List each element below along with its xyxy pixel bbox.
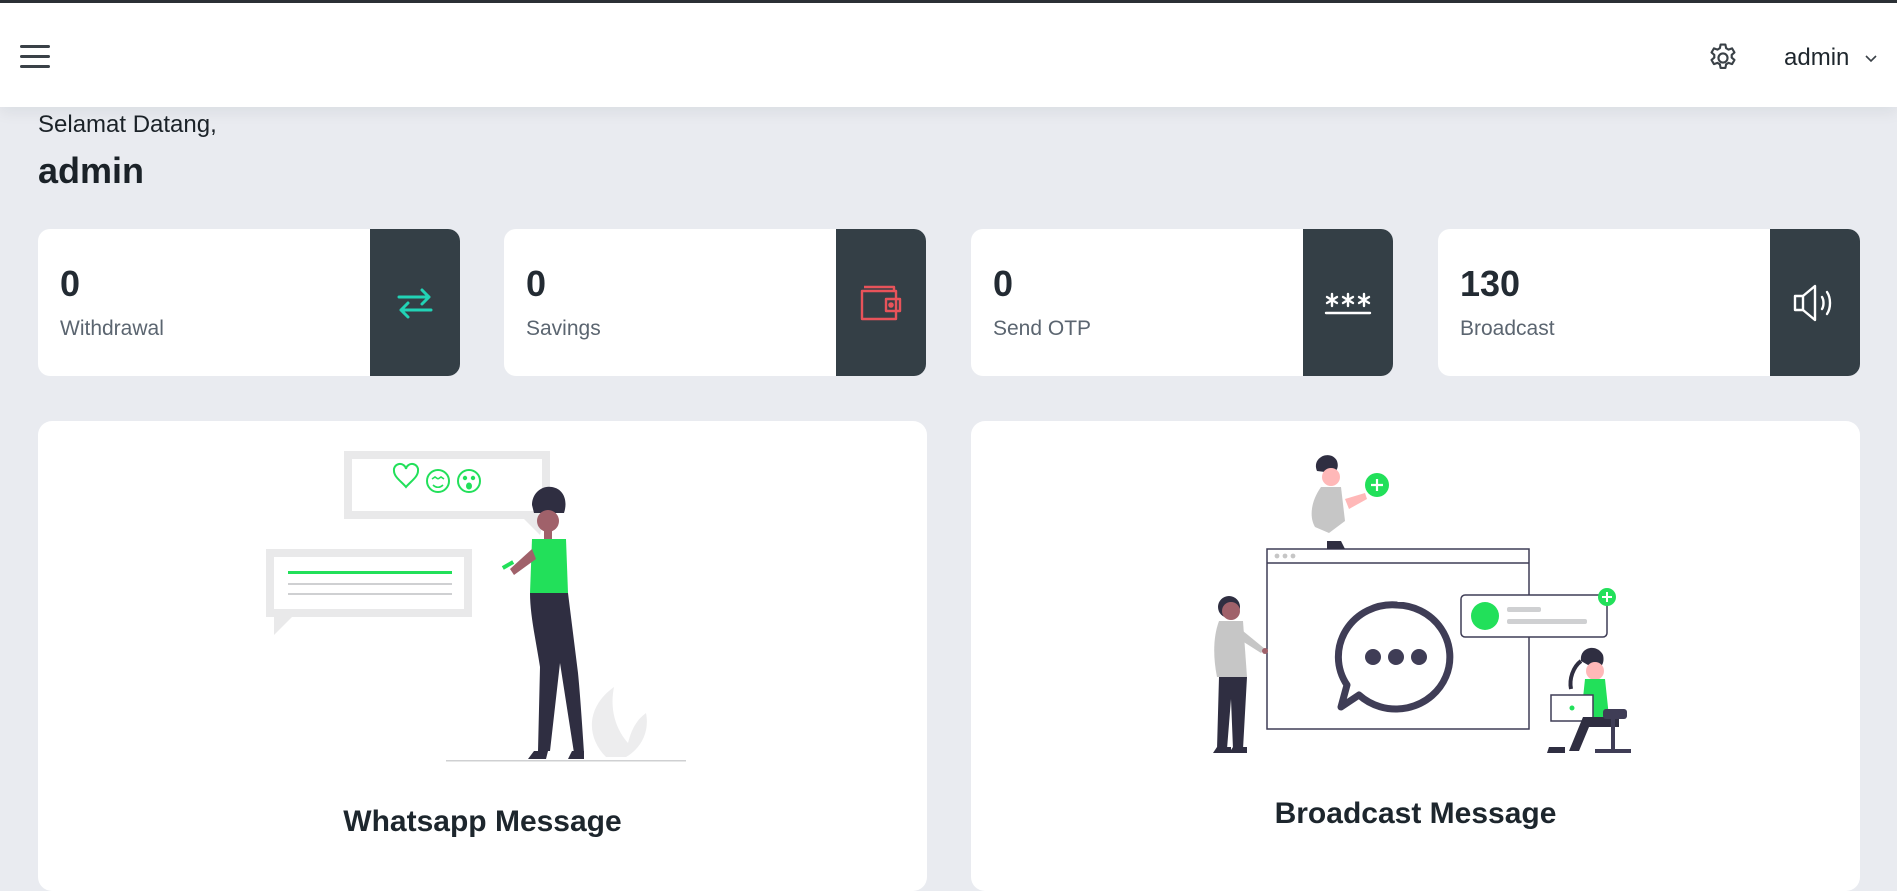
stat-label: Send OTP [993,317,1092,340]
whatsapp-message-card[interactable]: Whatsapp Message [38,421,927,891]
password-asterisk-icon [1324,292,1372,314]
card-title: Broadcast Message [1274,797,1557,830]
gear-icon[interactable] [1706,41,1740,75]
chevron-down-icon [1865,55,1877,63]
stat-value: 130 [1460,263,1521,304]
menu-toggle-icon[interactable] [18,41,52,71]
stat-icon-box [1770,229,1860,376]
user-name: admin [1784,44,1850,71]
transfer-arrows-icon [397,288,433,318]
speaker-icon [1793,284,1832,321]
whatsapp-illustration [266,451,686,762]
card-title: Whatsapp Message [343,805,622,838]
welcome-greeting: Selamat Datang, [38,111,217,138]
stat-icon-box [1303,229,1393,376]
stat-card-broadcast: 130 Broadcast [1438,229,1860,376]
stat-label: Broadcast [1460,317,1555,340]
wallet-icon [860,285,902,320]
stat-card-savings: 0 Savings [504,229,926,376]
stat-label: Savings [526,317,601,340]
stat-value: 0 [993,263,1014,304]
broadcast-illustration [1213,455,1631,753]
broadcast-message-card[interactable]: Broadcast Message [971,421,1860,891]
stat-value: 0 [60,263,81,304]
stat-icon-box [370,229,460,376]
stat-icon-box [836,229,926,376]
stat-card-withdrawal: 0 Withdrawal [38,229,460,376]
stat-value: 0 [526,263,547,304]
stat-card-send-otp: 0 Send OTP [971,229,1393,376]
top-navbar: admin [0,3,1897,107]
user-menu[interactable]: admin [1784,41,1879,75]
stat-label: Withdrawal [60,317,164,340]
page-title: admin [38,150,145,191]
